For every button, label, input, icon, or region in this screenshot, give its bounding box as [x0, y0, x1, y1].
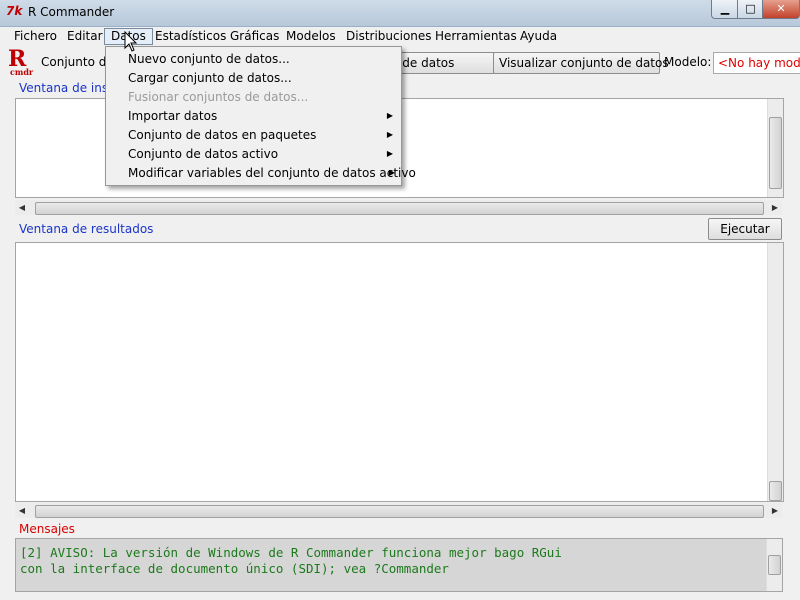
submenu-arrow-icon: ▶ [388, 168, 395, 177]
menu-herramientas[interactable]: Herramientas [429, 28, 523, 45]
rcmdr-logo: R cmdr [8, 46, 34, 77]
menu-item-fusionar-conjuntos: Fusionar conjuntos de datos... [128, 90, 309, 104]
edit-dataset-button[interactable]: Editar conjunto de datos [390, 52, 495, 74]
close-icon: ✕ [776, 2, 786, 15]
menu-fichero[interactable]: Fichero [8, 28, 63, 45]
messages-label: Mensajes [19, 522, 75, 536]
mouse-cursor-icon [124, 31, 138, 52]
active-model-field[interactable]: <No hay modelo activo> [713, 52, 800, 74]
scroll-left-arrow-icon[interactable]: ◀ [15, 200, 29, 215]
menu-modelos[interactable]: Modelos [280, 28, 342, 45]
menu-ayuda[interactable]: Ayuda [514, 28, 563, 45]
script-hscroll-thumb[interactable] [35, 202, 764, 215]
title-bar[interactable]: 7k R Commander ▁ □ ✕ [0, 0, 800, 27]
submenu-arrow-icon: ▶ [386, 111, 393, 120]
script-hscrollbar[interactable]: ◀ ▶ [15, 200, 782, 215]
maximize-icon: □ [745, 2, 756, 15]
script-vscrollbar[interactable] [767, 99, 783, 197]
window-title: R Commander [28, 5, 115, 19]
scroll-left-arrow-icon[interactable]: ◀ [15, 503, 29, 518]
message-line: [2] AVISO: La versión de Windows de R Co… [20, 545, 562, 560]
menu-editar[interactable]: Editar [61, 28, 109, 45]
datos-dropdown-menu: Nuevo conjunto de datos... Cargar conjun… [105, 46, 416, 186]
menu-item-cargar-conjunto[interactable]: Cargar conjunto de datos... [128, 69, 292, 87]
output-hscrollbar[interactable]: ◀ ▶ [15, 503, 782, 518]
menu-bar: Fichero Editar Datos Estadísticos Gráfic… [0, 27, 800, 47]
output-textarea[interactable] [15, 242, 784, 502]
menu-graficas[interactable]: Gráficas [224, 28, 285, 45]
output-vscroll-thumb[interactable] [769, 481, 782, 501]
output-hscroll-thumb[interactable] [35, 505, 764, 518]
run-button[interactable]: Ejecutar [708, 218, 782, 240]
minimize-button[interactable]: ▁ [711, 0, 739, 19]
maximize-button[interactable]: □ [737, 0, 764, 19]
menu-item-conjunto-en-paquetes[interactable]: Conjunto de datos en paquetes ▶ [128, 126, 393, 144]
submenu-arrow-icon: ▶ [386, 149, 393, 158]
message-line: con la interface de documento único (SDI… [20, 561, 449, 576]
tk-feather-icon: 7k [6, 4, 23, 18]
menu-item-conjunto-activo[interactable]: Conjunto de datos activo ▶ [128, 145, 393, 163]
close-button[interactable]: ✕ [762, 0, 800, 19]
messages-textarea[interactable]: [2] AVISO: La versión de Windows de R Co… [15, 538, 783, 592]
menu-item-modificar-variables[interactable]: Modificar variables del conjunto de dato… [128, 164, 416, 182]
messages-vscroll-thumb[interactable] [768, 555, 781, 575]
output-vscrollbar[interactable] [767, 243, 783, 501]
scroll-right-arrow-icon[interactable]: ▶ [768, 200, 782, 215]
menu-estadisticos[interactable]: Estadísticos [149, 28, 232, 45]
menu-item-importar-datos[interactable]: Importar datos ▶ [128, 107, 393, 125]
scroll-right-arrow-icon[interactable]: ▶ [768, 503, 782, 518]
menu-item-nuevo-conjunto[interactable]: Nuevo conjunto de datos... [128, 50, 290, 68]
menu-distribuciones[interactable]: Distribuciones [340, 28, 438, 45]
model-label: Modelo: [664, 55, 712, 69]
script-vscroll-thumb[interactable] [769, 117, 782, 189]
minimize-icon: ▁ [720, 2, 730, 15]
view-dataset-button[interactable]: Visualizar conjunto de datos [493, 52, 669, 74]
dataset-label: Conjunto de [41, 55, 114, 69]
output-window-label: Ventana de resultados [19, 222, 154, 236]
submenu-arrow-icon: ▶ [386, 130, 393, 139]
messages-vscrollbar[interactable] [766, 539, 782, 591]
